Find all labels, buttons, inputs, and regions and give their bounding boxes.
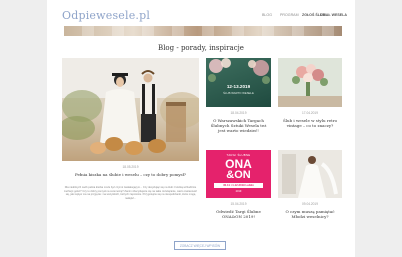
featured-post-excerpt: Dla niektórych osób pełnia kiszka może b… — [64, 186, 197, 200]
post-image-targi[interactable]: 12-13.2019 ŚLUB WARTO WESELE — [206, 58, 271, 107]
bouquet-illustration — [278, 58, 342, 107]
poster-brand-on: ON — [234, 169, 251, 181]
featured-post-date: 18.05.2019 — [122, 165, 139, 169]
poster-dates: 12-13.2019 — [226, 84, 251, 89]
post-image-onaon[interactable]: TARGI ŚLUBNE ONA &ON 30.11 i 1.12.2019 L… — [206, 150, 271, 198]
poster-footer: 2019 — [235, 190, 242, 193]
post-date: 09.04.2019 — [302, 202, 318, 206]
featured-post-title[interactable]: Pełnia kiszka na ślubie i weselu – czy t… — [62, 172, 199, 177]
post-image-retro[interactable] — [278, 58, 342, 107]
post-date: 18.04.2019 — [230, 111, 247, 115]
nav-item-program[interactable]: Program — [280, 13, 299, 17]
poster-tagline: ŚLUB WARTO WESELE — [223, 91, 254, 95]
site-logo[interactable]: Odpiewesele.pl — [62, 9, 150, 22]
bride-illustration — [278, 150, 342, 198]
post-title[interactable]: O czym muszą pamiętać Młodzi weselnicy? — [280, 209, 340, 219]
post-date: 17.04.2019 — [302, 111, 318, 115]
nav-item-department[interactable]: Dział wesela — [320, 13, 347, 17]
post-title[interactable]: Odwiedź Targi Ślubne ONA&ON 2019! — [208, 209, 269, 219]
section-title: Blog - porady, inspiracje — [158, 44, 244, 52]
nav-item-blog[interactable]: Blog — [262, 13, 272, 17]
post-title[interactable]: Ślub i wesele w stylu retro vintage – co… — [280, 118, 340, 128]
post-date: 15.04.2019 — [230, 202, 247, 206]
post-title[interactable]: O Warszawskich Targach Ślubnych Sztuki W… — [208, 118, 269, 133]
flowers-decoration — [208, 58, 270, 84]
poster-brand-line2: &ON — [206, 169, 271, 181]
poster-dates: 30.11 i 1.12.2019 Lublin — [214, 183, 263, 188]
wedding-couple-illustration — [62, 58, 199, 155]
page: Odpiewesele.pl Blog Program Zgłoś ślub D… — [0, 0, 402, 257]
featured-post-image[interactable] — [62, 58, 199, 161]
post-image-bride[interactable] — [278, 150, 342, 198]
hero-banner — [64, 26, 342, 36]
more-posts-button[interactable]: ZOBACZ WIĘCEJ WPISÓW — [174, 241, 226, 250]
